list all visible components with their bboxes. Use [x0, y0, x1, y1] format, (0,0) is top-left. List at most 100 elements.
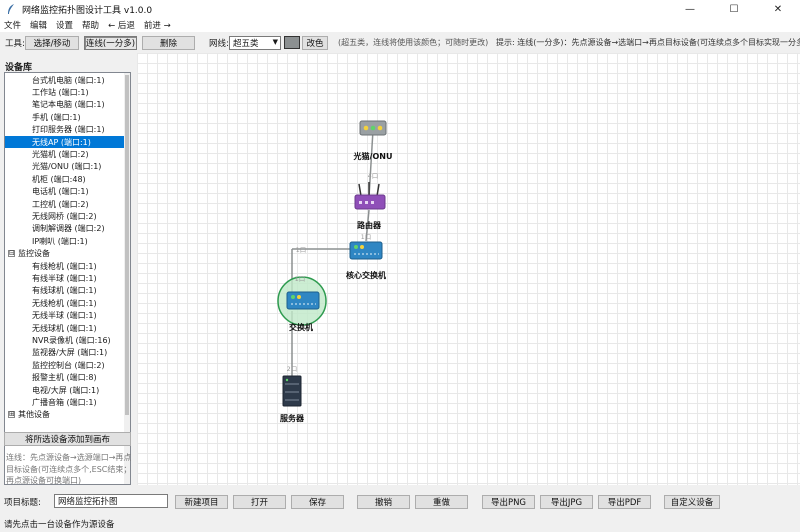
menu-file[interactable]: 文件 — [4, 19, 21, 31]
new-project-button[interactable]: 新建项目 — [175, 495, 228, 509]
tree-item-label: 光猫/ONU (端口:1) — [32, 162, 102, 172]
device-label-switch: 交换机 — [289, 322, 313, 332]
connect-hint: 连线：先点源设备→选源端口→再点目标设备(可连续点多个,ESC结束；再点源设备可… — [6, 453, 132, 485]
tree-item-label: 笔记本电脑 (端口:1) — [32, 100, 105, 110]
menu-back[interactable]: ← 后退 — [108, 19, 135, 31]
tree-item[interactable]: 监视器/大屏 (端口:1) — [5, 347, 124, 359]
cable-type-select[interactable]: 超五类 ▼ — [229, 35, 281, 50]
device-label-server: 服务器 — [280, 413, 305, 423]
connect-button[interactable]: 连线(一分多) — [84, 35, 137, 50]
scrollbar-thumb[interactable] — [125, 75, 129, 415]
tree-item[interactable]: 打印服务器 (端口:1) — [5, 124, 124, 136]
tree-item-label: 电视/大屏 (端口:1) — [32, 385, 100, 395]
device-label-router: 路由器 — [357, 220, 382, 230]
tree-item-label: 无线半球 (端口:1) — [32, 311, 97, 321]
tree-item[interactable]: 广播音箱 (端口:1) — [5, 396, 124, 408]
tree-scrollbar[interactable] — [124, 73, 130, 484]
tree-item[interactable]: 电话机 (端口:1) — [5, 186, 124, 198]
tree-item-label: 广播音箱 (端口:1) — [32, 398, 97, 408]
export-png-button[interactable]: 导出PNG — [482, 495, 535, 509]
status-bar: 请先点击一台设备作为源设备 — [0, 516, 800, 532]
topology-canvas[interactable]: 光猫/ONU 4口 路由器 1口 核心交换机 1口 交换机 1口 服务器 2口 — [137, 53, 800, 485]
tree-item-label: 无线枪机 (端口:1) — [32, 298, 97, 308]
tree-item[interactable]: 台式机电脑 (端口:1) — [5, 74, 124, 86]
tree-item[interactable]: 笔记本电脑 (端口:1) — [5, 99, 124, 111]
collapse-icon[interactable]: ⊟ — [8, 250, 15, 258]
close-button[interactable]: ✕ — [756, 0, 800, 18]
tree-item-label: 无线网桥 (端口:2) — [32, 212, 97, 222]
select-move-button[interactable]: 选择/移动 — [25, 35, 79, 50]
tree-item[interactable]: IP喇叭 (端口:1) — [5, 235, 124, 247]
tree-item-label: 打印服务器 (端口:1) — [32, 125, 105, 135]
tree-item-label: 台式机电脑 (端口:1) — [32, 75, 105, 85]
tree-item[interactable]: 有线半球 (端口:1) — [5, 272, 124, 284]
tree-item-label: 机柜 (端口:48) — [32, 174, 86, 184]
export-jpg-button[interactable]: 导出JPG — [540, 495, 593, 509]
tree-item[interactable]: 有线球机 (端口:1) — [5, 285, 124, 297]
project-title-input[interactable]: 网络监控拓扑图 — [54, 494, 168, 508]
tree-item[interactable]: 工作站 (端口:1) — [5, 86, 124, 98]
tree-item[interactable]: 机柜 (端口:48) — [5, 173, 124, 185]
port-label-onu: 4口 — [368, 172, 379, 180]
tree-item-label: 有线枪机 (端口:1) — [32, 261, 97, 271]
device-switch[interactable]: 交换机 1口 — [277, 275, 327, 332]
tree-item-label: 报警主机 (端口:8) — [32, 373, 97, 383]
project-bar: 项目标题: 网络监控拓扑图 新建项目 打开 保存 撤销 重做 导出PNG 导出J… — [0, 493, 800, 511]
device-label-onu: 光猫/ONU — [353, 151, 393, 161]
app-feather-icon — [5, 3, 17, 15]
menu-bar: 文件 编辑 设置 帮助 ← 后退 前进 → — [0, 18, 800, 32]
tree-item[interactable]: 手机 (端口:1) — [5, 111, 124, 123]
menu-edit[interactable]: 编辑 — [30, 19, 47, 31]
save-button[interactable]: 保存 — [291, 495, 344, 509]
tree-item[interactable]: NVR录像机 (端口:16) — [5, 334, 124, 346]
tree-item[interactable]: 无线半球 (端口:1) — [5, 310, 124, 322]
tree-item[interactable]: 调制解调器 (端口:2) — [5, 223, 124, 235]
tree-item-label: 工控机 (端口:2) — [32, 199, 89, 209]
open-button[interactable]: 打开 — [233, 495, 286, 509]
tree-item-label: IP喇叭 (端口:1) — [32, 236, 88, 246]
delete-button[interactable]: 删除 — [142, 35, 195, 50]
tree-item-label: 调制解调器 (端口:2) — [32, 224, 105, 234]
device-label-core-switch: 核心交换机 — [346, 270, 386, 280]
maximize-button[interactable]: ☐ — [712, 0, 756, 18]
tree-item[interactable]: 光猫机 (端口:2) — [5, 148, 124, 160]
device-tree[interactable]: 台式机电脑 (端口:1) 工作站 (端口:1) 笔记本电脑 (端口:1) 手机 (端口… — [4, 72, 131, 485]
tree-item-label: 监控设备 — [18, 249, 50, 259]
redo-button[interactable]: 重做 — [415, 495, 468, 509]
minimize-button[interactable]: — — [668, 0, 712, 18]
window-title: 网络监控拓扑图设计工具 v1.0.0 — [22, 5, 153, 16]
tree-item[interactable]: 有线枪机 (端口:1) — [5, 260, 124, 272]
tree-item-label: NVR录像机 (端口:16) — [32, 336, 111, 346]
tree-item-label: 电话机 (端口:1) — [32, 187, 89, 197]
cable-label: 网线: — [209, 38, 229, 49]
menu-forward[interactable]: 前进 → — [144, 19, 171, 31]
tree-item[interactable]: 报警主机 (端口:8) — [5, 372, 124, 384]
tools-label: 工具: — [5, 38, 25, 49]
tree-item[interactable]: 无线枪机 (端口:1) — [5, 297, 124, 309]
port-label-router: 1口 — [361, 233, 372, 241]
tree-item[interactable]: 光猫/ONU (端口:1) — [5, 161, 124, 173]
tree-item[interactable]: 监控控制台 (端口:2) — [5, 359, 124, 371]
add-to-canvas-button[interactable]: 将所选设备添加到画布 — [4, 432, 131, 446]
tree-item[interactable]: 电视/大屏 (端口:1) — [5, 384, 124, 396]
tree-item-label: 有线球机 (端口:1) — [32, 286, 97, 296]
change-color-button[interactable]: 改色 — [302, 35, 328, 50]
menu-help[interactable]: 帮助 — [82, 19, 99, 31]
tree-category[interactable]: ⊞ 其他设备 — [5, 409, 124, 421]
tree-item[interactable]: 工控机 (端口:2) — [5, 198, 124, 210]
export-pdf-button[interactable]: 导出PDF — [598, 495, 651, 509]
device-core-switch[interactable]: 核心交换机 1口 — [296, 241, 386, 280]
tree-category[interactable]: ⊟ 监控设备 — [5, 248, 124, 260]
expand-icon[interactable]: ⊞ — [8, 411, 15, 419]
undo-button[interactable]: 撤销 — [357, 495, 410, 509]
menu-settings[interactable]: 设置 — [56, 19, 73, 31]
tree-item-label: 无线球机 (端口:1) — [32, 323, 97, 333]
custom-device-button[interactable]: 自定义设备 — [664, 495, 720, 509]
cable-note: (超五类，连线将使用该颜色；可随时更改) — [338, 38, 489, 47]
tree-item[interactable]: 无线AP (端口:1) — [5, 136, 124, 149]
tree-item[interactable]: 无线网桥 (端口:2) — [5, 210, 124, 222]
toolbar: 工具: 选择/移动 连线(一分多) 删除 网线: 超五类 ▼ 改色 (超五类，连… — [0, 34, 800, 51]
cable-color-swatch[interactable] — [284, 36, 300, 49]
tree-item[interactable]: 无线球机 (端口:1) — [5, 322, 124, 334]
tree-item-label: 监控控制台 (端口:2) — [32, 360, 105, 370]
